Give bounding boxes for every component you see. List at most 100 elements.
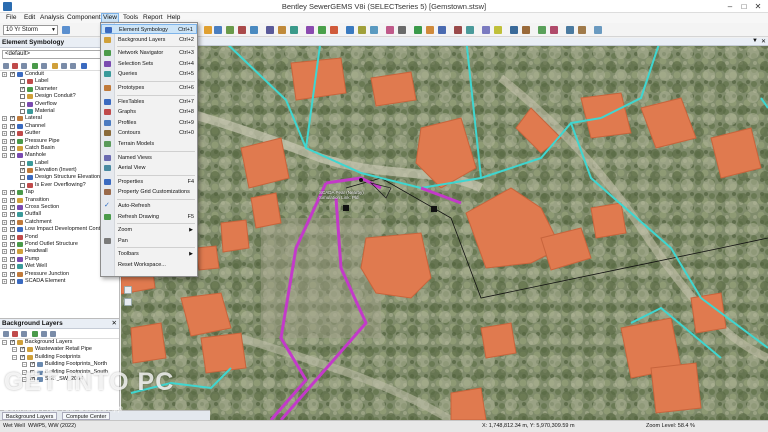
expand-icon[interactable]: +	[2, 256, 7, 262]
toolbar-icon-21[interactable]	[482, 26, 490, 34]
folder-icon[interactable]	[52, 63, 58, 69]
collapse-icon[interactable]: −	[2, 340, 7, 345]
expand-icon[interactable]: +	[2, 205, 7, 211]
view-menu-item[interactable]: Zoom ▶	[101, 225, 197, 235]
toolbar-icon-18[interactable]	[438, 26, 446, 34]
rename-icon[interactable]	[21, 331, 27, 337]
expand-icon[interactable]: +	[2, 271, 7, 277]
view-menu-item[interactable]: Refresh Drawing F5	[101, 212, 197, 222]
visibility-checkbox[interactable]	[20, 86, 25, 93]
expand-icon[interactable]: +	[2, 241, 7, 247]
up-icon[interactable]	[41, 331, 47, 337]
toolbar-icon-19[interactable]	[454, 26, 462, 34]
toolbar-icon-23[interactable]	[510, 26, 518, 34]
visibility-checkbox[interactable]	[10, 211, 15, 219]
view-menu-item[interactable]: Pan	[101, 236, 197, 246]
collapse-icon[interactable]: −	[12, 347, 17, 353]
layer-visibility-checkbox[interactable]	[20, 346, 25, 354]
visibility-checkbox[interactable]	[20, 79, 25, 85]
layer-item[interactable]: − Wastewater Retail Pipe	[0, 346, 119, 354]
toolbar-icon-27[interactable]	[566, 26, 574, 34]
visibility-checkbox[interactable]	[10, 278, 15, 285]
visibility-checkbox[interactable]	[10, 234, 15, 241]
visibility-checkbox[interactable]	[20, 101, 25, 107]
visibility-checkbox[interactable]	[20, 182, 25, 188]
toolbar-icon-20[interactable]	[466, 26, 474, 34]
expand-icon[interactable]: +	[2, 264, 7, 270]
visibility-checkbox[interactable]	[10, 71, 15, 78]
symbology-item[interactable]: + SCADA Element	[0, 278, 119, 285]
visibility-checkbox[interactable]	[10, 241, 15, 248]
menu-file[interactable]: File	[5, 14, 17, 21]
view-menu-item[interactable]: Queries Ctrl+5	[101, 69, 197, 79]
view-menu-item[interactable]: Named Views	[101, 153, 197, 163]
down-icon[interactable]	[50, 331, 56, 337]
visibility-checkbox[interactable]	[10, 263, 15, 271]
visibility-checkbox[interactable]	[10, 219, 15, 226]
toolbar-icon-3[interactable]	[238, 26, 246, 34]
toolbar-icon-6[interactable]	[278, 26, 286, 34]
view-menu-item[interactable]: ✓ Auto-Refresh	[101, 201, 197, 211]
visibility-checkbox[interactable]	[10, 123, 15, 130]
expand-icon[interactable]: +	[2, 197, 7, 203]
view-menu-item[interactable]: Graphs Ctrl+8	[101, 107, 197, 117]
visibility-checkbox[interactable]	[20, 175, 25, 181]
toolbar-icon-5[interactable]	[266, 26, 274, 34]
menu-help[interactable]: Help	[166, 14, 181, 21]
view-menu-item[interactable]: Aerial View	[101, 163, 197, 173]
toolbar-icon-11[interactable]	[346, 26, 354, 34]
toolbar-icon-12[interactable]	[358, 26, 366, 34]
visibility-checkbox[interactable]	[10, 197, 15, 204]
expand-icon[interactable]: +	[2, 72, 7, 77]
visibility-checkbox[interactable]	[20, 167, 25, 174]
toolbar-icon-8[interactable]	[306, 26, 314, 34]
expand-icon[interactable]: +	[2, 116, 7, 122]
toolbar-icon-13[interactable]	[370, 26, 378, 34]
up-icon[interactable]	[61, 63, 67, 69]
chevron-down-icon[interactable]: ▼	[752, 38, 758, 44]
open-icon[interactable]	[204, 26, 212, 34]
toolbar-icon-2[interactable]	[226, 26, 234, 34]
view-menu-item[interactable]: Property Grid Customizations	[101, 187, 197, 197]
expand-icon[interactable]: +	[2, 153, 7, 159]
add-icon[interactable]	[3, 63, 9, 69]
toolbar-icon-24[interactable]	[522, 26, 530, 34]
toolbar-icon-1[interactable]	[62, 26, 70, 34]
expand-icon[interactable]: +	[2, 234, 7, 240]
delete-icon[interactable]	[12, 63, 18, 69]
toolbar-icon-28[interactable]	[578, 26, 586, 34]
expand-icon[interactable]: +	[2, 138, 7, 144]
close-button[interactable]: ✕	[752, 1, 764, 12]
view-menu-item[interactable]: Profiles Ctrl+9	[101, 118, 197, 128]
menu-analysis[interactable]: Analysis	[39, 14, 65, 21]
visibility-checkbox[interactable]	[10, 248, 15, 256]
drawing-canvas[interactable]: SCADA Pear (Nearby) Simulation Link: Pld	[121, 38, 768, 420]
view-menu-item[interactable]: Reset Workspace...	[101, 260, 197, 270]
view-menu-item[interactable]: Contours Ctrl+0	[101, 128, 197, 138]
visibility-checkbox[interactable]	[10, 152, 15, 160]
edit-icon[interactable]	[32, 63, 38, 69]
toolbar-icon-4[interactable]	[250, 26, 258, 34]
visibility-checkbox[interactable]	[10, 271, 15, 278]
visibility-checkbox[interactable]	[10, 130, 15, 138]
tool-icon-b[interactable]	[124, 298, 132, 306]
toolbar-icon-16[interactable]	[414, 26, 422, 34]
view-menu-item[interactable]: Element Symbology Ctrl+1	[101, 24, 197, 34]
view-menu-item[interactable]: FlexTables Ctrl+7	[101, 97, 197, 107]
visibility-checkbox[interactable]	[10, 256, 15, 263]
minimize-button[interactable]: –	[724, 1, 736, 12]
panel-close-icon[interactable]: ✕	[112, 319, 117, 327]
visibility-checkbox[interactable]	[10, 145, 15, 152]
expand-icon[interactable]: +	[2, 212, 7, 218]
help-icon[interactable]	[81, 63, 87, 69]
visibility-checkbox[interactable]	[20, 160, 25, 166]
toolbar-icon-7[interactable]	[290, 26, 298, 34]
visibility-checkbox[interactable]	[10, 189, 15, 197]
toolbar-icon-15[interactable]	[398, 26, 406, 34]
maximize-button[interactable]: □	[738, 1, 750, 12]
view-menu-item[interactable]: Background Layers Ctrl+2	[101, 35, 197, 45]
visibility-checkbox[interactable]	[10, 115, 15, 123]
toolbar-icon-17[interactable]	[426, 26, 434, 34]
expand-icon[interactable]: +	[2, 190, 7, 196]
expand-icon[interactable]: +	[2, 249, 7, 255]
